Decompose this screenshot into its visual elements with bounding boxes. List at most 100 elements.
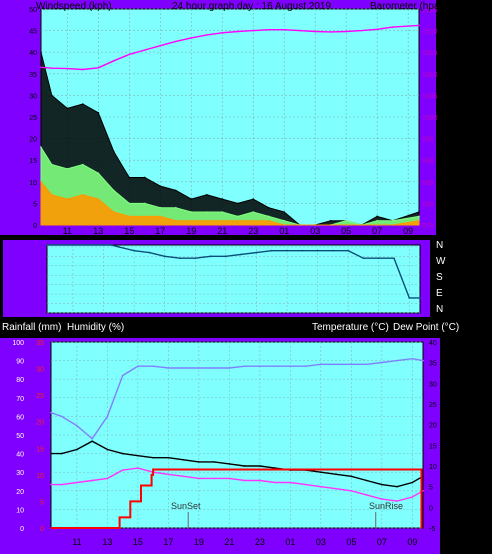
- climate-point-2: [396, 359, 398, 362]
- wind-point-3: [236, 30, 239, 33]
- wind-point-3: [360, 29, 363, 32]
- wind-point-2: [221, 219, 224, 222]
- direction-point: [331, 249, 334, 252]
- temp-y-tick-label: 0: [429, 505, 433, 512]
- wind-point-1: [40, 146, 42, 149]
- climate-point-1: [243, 479, 246, 482]
- climate-point-1: [365, 494, 368, 496]
- wind-point-3: [345, 30, 347, 33]
- wind-point-1: [283, 219, 286, 222]
- wind-y-tick-label: 15: [29, 158, 37, 165]
- climate-point-1: [320, 485, 322, 488]
- climate-point-2: [106, 415, 109, 418]
- direction-point: [286, 249, 288, 252]
- wind-y-tick-label: 40: [29, 50, 37, 57]
- direction-point: [270, 249, 273, 252]
- humidity-y-tick-label: 60: [16, 414, 24, 421]
- wind-point-1: [97, 172, 100, 174]
- climate-point-2: [76, 424, 78, 427]
- direction-point: [110, 244, 113, 246]
- climate-point-2: [411, 357, 414, 360]
- wind-x-tick-label: 23: [248, 226, 258, 236]
- wind-point-0: [329, 219, 332, 222]
- temp-y-tick-label: -5: [429, 526, 435, 533]
- climate-point-2: [350, 363, 353, 366]
- wind-point-1: [51, 163, 53, 166]
- wind-point-2: [360, 224, 363, 226]
- wind-x-tick-label: 07: [372, 226, 382, 236]
- climate-x-tick-label: 11: [72, 537, 81, 547]
- climate-point-2: [50, 411, 52, 414]
- climate-point-3: [335, 468, 337, 471]
- wind-y-tick-label: 10: [29, 180, 37, 187]
- humidity-y-tick-label: 30: [16, 470, 24, 477]
- wind-point-0: [40, 51, 42, 53]
- wind-point-1: [82, 163, 84, 166]
- temp-y-tick-label: 35: [429, 361, 437, 368]
- climate-x-tick-label: 19: [194, 537, 204, 547]
- temp-y-tick-label: 5: [429, 485, 433, 492]
- wind-point-3: [298, 29, 301, 32]
- compass-label: W: [436, 256, 446, 267]
- barometer-y-tick-label: 1020: [422, 29, 438, 36]
- climate-point-2: [259, 365, 261, 367]
- rain-y-tick-label: 25: [36, 393, 44, 400]
- wind-point-1: [143, 202, 146, 205]
- climate-point-0: [167, 456, 170, 459]
- climate-point-1: [91, 479, 93, 482]
- wind-x-tick-label: 01: [279, 226, 289, 236]
- climate-point-2: [243, 365, 246, 367]
- wind-point-3: [221, 31, 224, 34]
- wind-point-1: [221, 211, 224, 213]
- climate-x-tick-label: 17: [163, 537, 173, 547]
- wind-point-2: [97, 198, 100, 200]
- wind-point-2: [418, 219, 420, 222]
- climate-x-tick-label: 13: [102, 537, 112, 547]
- climate-point-0: [106, 448, 109, 451]
- wind-point-0: [82, 103, 84, 105]
- direction-point: [347, 249, 350, 252]
- climate-x-tick-label: 05: [346, 537, 356, 547]
- direction-point: [224, 255, 227, 258]
- climate-point-3: [50, 527, 52, 529]
- climate-point-2: [167, 367, 170, 369]
- climate-point-0: [60, 452, 63, 455]
- wind-point-3: [252, 29, 255, 32]
- wind-point-1: [267, 215, 270, 218]
- climate-point-0: [411, 481, 414, 484]
- wind-point-2: [174, 219, 177, 222]
- wind-point-2: [252, 219, 255, 222]
- wind-point-3: [267, 28, 270, 31]
- wind-y-tick-label: 25: [29, 115, 37, 122]
- wind-point-3: [51, 67, 53, 69]
- climate-point-2: [182, 367, 185, 369]
- wind-point-0: [236, 202, 239, 205]
- wind-point-1: [174, 206, 177, 209]
- wind-point-0: [376, 215, 378, 218]
- barometer-y-tick-label: 1000: [422, 115, 438, 122]
- wind-point-3: [40, 66, 42, 69]
- climate-point-0: [121, 452, 124, 455]
- wind-point-3: [283, 28, 286, 31]
- wind-point-0: [113, 150, 115, 153]
- chart-title: 24 hour graph day : 16 August 2019: [172, 1, 331, 12]
- climate-point-0: [335, 473, 337, 476]
- climate-point-0: [381, 483, 383, 486]
- climate-point-0: [350, 475, 353, 478]
- barometer-y-tick-label: 975: [422, 223, 434, 230]
- wind-point-0: [267, 206, 270, 209]
- climate-point-1: [121, 469, 124, 471]
- wind-axis-title: Windspeed (kph): [36, 1, 112, 12]
- compass-label: S: [436, 272, 443, 283]
- wind-y-tick-label: 5: [33, 201, 37, 208]
- temp-y-tick-label: 20: [429, 423, 437, 430]
- rain-y-tick-label: 35: [36, 340, 44, 347]
- wind-x-tick-label: 11: [63, 226, 72, 236]
- direction-point: [316, 249, 319, 252]
- climate-point-3: [106, 527, 109, 529]
- wind-point-2: [298, 224, 301, 226]
- climate-x-tick-label: 21: [224, 537, 234, 547]
- humidity-y-tick-label: 100: [12, 340, 24, 347]
- wind-point-1: [391, 219, 394, 222]
- wind-point-0: [252, 198, 255, 200]
